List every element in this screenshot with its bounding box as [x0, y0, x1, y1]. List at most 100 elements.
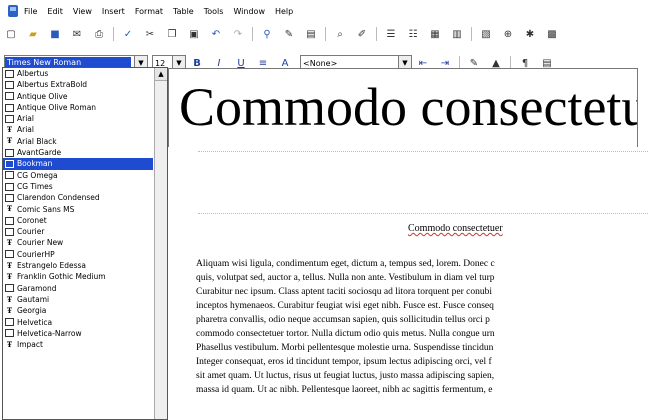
- font-list-item[interactable]: Helvetica-Narrow: [3, 328, 153, 339]
- page-boundary-line: [198, 213, 648, 214]
- font-dropdown-list[interactable]: Albertus Albertus ExtraBold Antique Olive A…: [2, 67, 168, 420]
- font-list-item-label: Arial: [17, 114, 34, 124]
- font-list-item[interactable]: Albertus: [3, 68, 153, 79]
- toolbar-separator: [113, 27, 114, 41]
- email-icon[interactable]: ✉: [69, 26, 85, 42]
- font-list-item[interactable]: Ŧ Georgia: [3, 305, 153, 316]
- page-boundary-line: [198, 151, 648, 152]
- draw-functions-icon[interactable]: ✐: [354, 26, 370, 42]
- font-list-item[interactable]: Ŧ Gautami: [3, 294, 153, 305]
- menu-format[interactable]: Format: [135, 7, 163, 16]
- font-list-item-label: CG Times: [17, 181, 53, 191]
- body-line: massa id quam. Ut ac nibh. Pellentesque …: [196, 385, 493, 395]
- body-line: pharetra convallis, odio neque accumsan …: [196, 315, 490, 325]
- navigator-icon[interactable]: ✎: [281, 26, 297, 42]
- new-document-icon[interactable]: ▢: [3, 26, 19, 42]
- font-list-item-label: Clarendon Condensed: [17, 193, 100, 203]
- numbered-list-icon[interactable]: ☷: [405, 26, 421, 42]
- document-page[interactable]: Commodo consectetuer Aliquam wisi ligula…: [168, 147, 651, 418]
- font-list-item[interactable]: CourierHP: [3, 249, 153, 260]
- font-list-item-label: Albertus ExtraBold: [17, 80, 88, 90]
- font-list-item[interactable]: Ŧ Comic Sans MS: [3, 204, 153, 215]
- menu-file[interactable]: File: [24, 7, 37, 16]
- gallery-icon[interactable]: ▤: [303, 26, 319, 42]
- font-list-item[interactable]: Ŧ Courier New: [3, 237, 153, 248]
- printer-font-icon: [5, 227, 14, 236]
- star-icon[interactable]: ✱: [522, 26, 538, 42]
- undo-icon[interactable]: ↶: [208, 26, 224, 42]
- font-list-item[interactable]: AvantGarde: [3, 147, 153, 158]
- font-list-item[interactable]: Coronet: [3, 215, 153, 226]
- font-list-item[interactable]: Ŧ Arial: [3, 124, 153, 135]
- font-list-item[interactable]: Ŧ Arial Black: [3, 136, 153, 147]
- font-list-item[interactable]: CG Times: [3, 181, 153, 192]
- font-list-item-label: AvantGarde: [17, 148, 62, 158]
- font-list-item[interactable]: Clarendon Condensed: [3, 192, 153, 203]
- printer-font-icon: [5, 92, 14, 101]
- redo-icon[interactable]: ↷: [230, 26, 246, 42]
- truetype-font-icon: Ŧ: [6, 305, 13, 315]
- font-list-item-label: Albertus: [17, 69, 49, 78]
- font-list-item[interactable]: Bookman: [3, 158, 153, 170]
- document-body[interactable]: Aliquam wisi ligula, condimentum eget, d…: [196, 257, 651, 397]
- body-line: Aliquam wisi ligula, condimentum eget, d…: [196, 259, 495, 269]
- font-list-item-label: Arial Black: [17, 136, 57, 146]
- bullet-list-icon[interactable]: ☰: [383, 26, 399, 42]
- body-line: quis, volutpat sed, auctor a, tellus. Nu…: [196, 273, 495, 283]
- font-list-item-label: Helvetica: [17, 317, 53, 327]
- printer-font-icon: [5, 160, 14, 169]
- body-line: inceptos hymenaeos. Curabitur feugiat wi…: [196, 301, 494, 311]
- menu-insert[interactable]: Insert: [102, 7, 125, 16]
- font-list-item[interactable]: Ŧ Estrangelo Edessa: [3, 260, 153, 271]
- font-list-item[interactable]: Ŧ Impact: [3, 339, 153, 350]
- font-list-item[interactable]: Antique Olive: [3, 91, 153, 102]
- hyperlink-icon[interactable]: ⚲: [259, 26, 275, 42]
- toolbar-separator: [325, 27, 326, 41]
- save-icon[interactable]: ■: [47, 26, 63, 42]
- menu-help[interactable]: Help: [275, 7, 293, 16]
- chart-icon[interactable]: ▧: [478, 26, 494, 42]
- insert-object-icon[interactable]: ▥: [449, 26, 465, 42]
- printer-font-icon: [5, 250, 14, 259]
- font-list-scrollbar[interactable]: ▲: [154, 68, 167, 419]
- printer-font-icon: [5, 114, 14, 123]
- printer-font-icon: [5, 193, 14, 202]
- find-replace-icon[interactable]: ⌕: [332, 26, 348, 42]
- printer-font-icon: [5, 80, 14, 89]
- printer-font-icon: [5, 182, 14, 191]
- paste-icon[interactable]: ▣: [186, 26, 202, 42]
- table-icon[interactable]: ▦: [427, 26, 443, 42]
- copy-icon[interactable]: ❐: [164, 26, 180, 42]
- toolbar-separator: [252, 27, 253, 41]
- printer-font-icon: [5, 216, 14, 225]
- menu-view[interactable]: View: [73, 7, 92, 16]
- font-list-item[interactable]: Antique Olive Roman: [3, 102, 153, 113]
- font-list-item[interactable]: CG Omega: [3, 170, 153, 181]
- font-list-item-label: Bookman: [17, 159, 53, 169]
- font-list-item-label: Courier New: [17, 238, 64, 248]
- cut-icon[interactable]: ✂: [142, 26, 158, 42]
- font-list-item-label: Impact: [17, 340, 43, 350]
- open-folder-icon[interactable]: ▰: [25, 26, 41, 42]
- scroll-up-icon[interactable]: ▲: [155, 68, 167, 81]
- menu-edit[interactable]: Edit: [47, 7, 63, 16]
- body-line: Phasellus vestibulum. Morbi pellentesque…: [196, 343, 494, 353]
- font-list-item-label: Antique Olive Roman: [17, 102, 97, 112]
- font-list-item[interactable]: Albertus ExtraBold: [3, 79, 153, 90]
- print-icon[interactable]: ⎙: [91, 26, 107, 42]
- font-list-item[interactable]: Ŧ Franklin Gothic Medium: [3, 271, 153, 282]
- font-list-item[interactable]: Helvetica: [3, 317, 153, 328]
- font-list-item[interactable]: Garamond: [3, 283, 153, 294]
- zoom-icon[interactable]: ⊕: [500, 26, 516, 42]
- menu-table[interactable]: Table: [173, 7, 194, 16]
- app-icon[interactable]: [8, 5, 18, 17]
- font-list-item-label: Georgia: [17, 306, 47, 316]
- help-icon[interactable]: ▩: [544, 26, 560, 42]
- font-list-item[interactable]: Courier: [3, 226, 153, 237]
- font-list-item[interactable]: Arial: [3, 113, 153, 124]
- truetype-font-icon: Ŧ: [6, 204, 13, 214]
- spellcheck-icon[interactable]: ✓: [120, 26, 136, 42]
- menu-tools[interactable]: Tools: [204, 7, 224, 16]
- font-list-item-label: Helvetica-Narrow: [17, 328, 82, 338]
- menu-window[interactable]: Window: [233, 7, 265, 16]
